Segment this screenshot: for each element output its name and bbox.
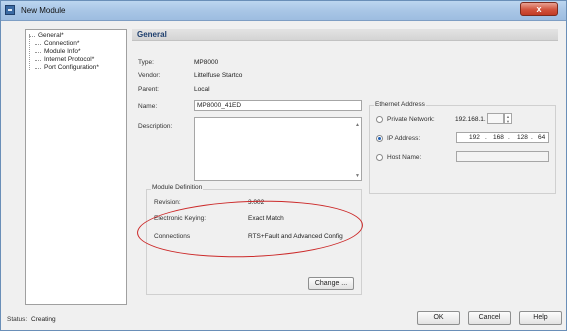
tree-item-label: Connection* — [44, 40, 80, 47]
name-label: Name: — [138, 103, 158, 110]
dialog-footer: Status: Creating OK Cancel Help — [1, 308, 566, 330]
ip-dot: . — [485, 134, 487, 141]
tree-branch-line — [35, 60, 41, 61]
host-name-label: Host Name: — [387, 154, 422, 161]
tree-item-label: Module Info* — [44, 48, 81, 55]
tree-branch-line — [29, 36, 35, 37]
ip-dot: . — [508, 134, 510, 141]
tree-branch-line — [35, 68, 41, 69]
ok-button[interactable]: OK — [417, 311, 460, 325]
cancel-button[interactable]: Cancel — [468, 311, 511, 325]
scroll-down-icon[interactable]: ▼ — [355, 173, 360, 179]
tree-branch-line — [35, 52, 41, 53]
status-label: Status: — [7, 316, 28, 323]
parent-label: Parent: — [138, 86, 159, 93]
ip-address-input[interactable]: 192 . 168 . 128 . 64 — [456, 132, 549, 143]
host-name-radio[interactable] — [376, 154, 383, 161]
private-network-octet-input[interactable] — [487, 113, 504, 124]
change-button[interactable]: Change ... — [308, 277, 354, 290]
name-input[interactable]: MP8000_41ED — [194, 100, 362, 111]
description-label: Description: — [138, 123, 173, 130]
ip-address-label: IP Address: — [387, 135, 421, 142]
module-definition-title: Module Definition — [151, 184, 204, 191]
scroll-up-icon[interactable]: ▲ — [355, 122, 360, 128]
tree-item-label: Internet Protocol* — [44, 56, 95, 63]
ip-address-radio[interactable] — [376, 135, 383, 142]
general-panel: General Type: MP8000 Vendor: Littelfuse … — [132, 29, 558, 305]
host-name-input[interactable] — [456, 151, 549, 162]
private-network-radio[interactable] — [376, 116, 383, 123]
tree-item-general[interactable]: General* — [26, 32, 126, 40]
vendor-label: Vendor: — [138, 72, 161, 79]
private-network-prefix: 192.168.1. — [455, 116, 486, 123]
close-button[interactable]: x — [520, 2, 558, 16]
private-octet-spinner[interactable]: ▲ ▼ — [504, 113, 512, 124]
new-module-dialog: New Module x General* Connection* Module… — [0, 0, 567, 331]
help-button[interactable]: Help — [519, 311, 562, 325]
tree-branch-line — [35, 44, 41, 45]
tree-item-port-configuration[interactable]: Port Configuration* — [26, 64, 126, 72]
tree-item-label: General* — [38, 32, 64, 39]
tree-item-label: Port Configuration* — [44, 64, 99, 71]
category-tree[interactable]: General* Connection* Module Info* Intern… — [25, 29, 127, 305]
close-icon: x — [536, 4, 542, 14]
tree-item-module-info[interactable]: Module Info* — [26, 48, 126, 56]
description-textarea[interactable] — [194, 117, 362, 181]
ip-octet-1: 192 — [469, 134, 480, 141]
tree-item-connection[interactable]: Connection* — [26, 40, 126, 48]
vendor-value: Littelfuse Startco — [194, 72, 243, 79]
window-app-icon — [5, 5, 15, 15]
ip-octet-2: 168 — [493, 134, 504, 141]
ip-octet-4: 64 — [538, 134, 546, 141]
private-network-label: Private Network: — [387, 116, 435, 123]
type-label: Type: — [138, 59, 154, 66]
panel-title: General — [137, 30, 167, 39]
title-bar[interactable]: New Module x — [1, 1, 566, 21]
panel-header: General — [132, 29, 558, 41]
status-value: Creating — [31, 316, 56, 323]
ethernet-address-title: Ethernet Address — [374, 101, 426, 108]
ip-octet-3: 128 — [517, 134, 528, 141]
tree-item-internet-protocol[interactable]: Internet Protocol* — [26, 56, 126, 64]
window-title: New Module — [21, 6, 66, 15]
type-value: MP8000 — [194, 59, 219, 66]
revision-label: Revision: — [154, 199, 181, 206]
parent-value: Local — [194, 86, 210, 93]
ip-dot: . — [531, 134, 533, 141]
